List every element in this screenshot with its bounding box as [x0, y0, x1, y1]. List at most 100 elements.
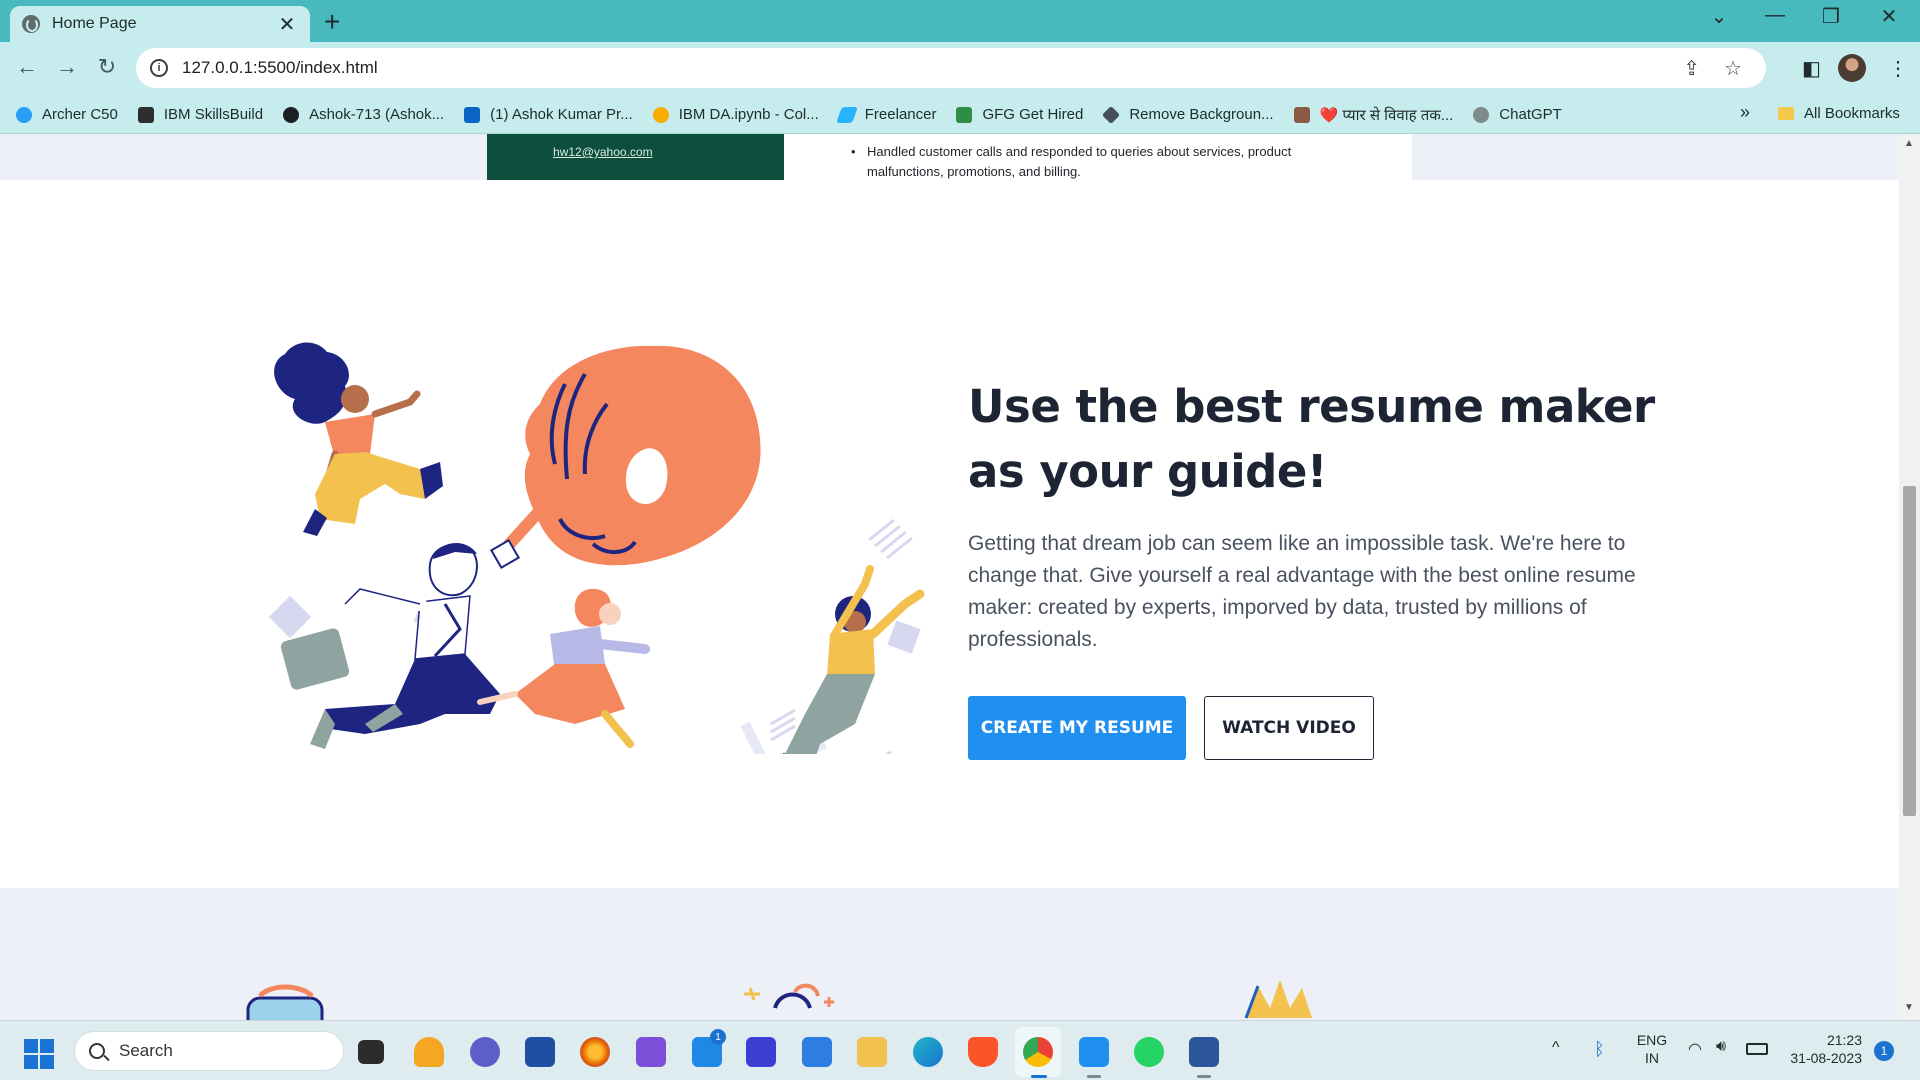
bookmark-chatgpt[interactable]: ChatGPT	[1473, 106, 1562, 123]
hero-description: Getting that dream job can seem like an …	[968, 532, 1636, 651]
deco-square	[268, 595, 312, 639]
resume-sidebar: hw12@yahoo.com	[487, 134, 784, 180]
brave-icon[interactable]	[968, 1037, 998, 1067]
page-scrollbar[interactable]: ▲ ▼	[1899, 134, 1920, 1020]
skillsbuild-icon	[137, 106, 154, 123]
word-icon[interactable]	[1189, 1037, 1219, 1067]
reload-icon[interactable]: ↻	[92, 54, 122, 80]
deco-square	[887, 620, 921, 654]
tab-title: Home Page	[52, 15, 137, 32]
scroll-down-arrow-icon[interactable]: ▼	[1904, 1002, 1914, 1013]
close-tab-icon[interactable]: ✕	[276, 12, 298, 37]
feature-illustration-robot	[246, 984, 324, 1020]
edge-icon[interactable]	[913, 1037, 943, 1067]
browser-tab[interactable]: Home Page ✕	[10, 6, 310, 42]
address-bar[interactable]: i 127.0.0.1:5500/index.html ⇪ ☆	[136, 48, 1766, 88]
windows-taskbar: Search 1 ^ ᛒ ENG IN ◠ 🔊︎ 21:23 31-08-202…	[0, 1020, 1920, 1080]
flying-woman-yellow-top	[782, 565, 925, 754]
hero-title: Use the best resume maker as your guide!	[968, 380, 1655, 498]
bookmarks-overflow-chevron-icon[interactable]: »	[1740, 102, 1750, 123]
forward-arrow-icon[interactable]: →	[52, 54, 82, 80]
scroll-up-arrow-icon[interactable]: ▲	[1904, 138, 1914, 149]
resume-bullet-text: Handled customer calls and responded to …	[851, 142, 1351, 182]
book-icon	[1293, 106, 1310, 123]
profile-avatar[interactable]	[1838, 54, 1866, 82]
freelancer-icon	[835, 106, 858, 123]
language-indicator[interactable]: ENG IN	[1632, 1031, 1672, 1067]
globe-icon	[22, 15, 40, 33]
restore-button[interactable]: ❐	[1808, 4, 1854, 29]
chatgpt-icon	[1473, 106, 1490, 123]
vscode-icon[interactable]	[1079, 1037, 1109, 1067]
folder-icon	[1778, 107, 1794, 120]
feature-illustration-sparkles	[744, 983, 834, 1009]
all-bookmarks-folder[interactable]: All Bookmarks	[1778, 105, 1900, 122]
share-icon[interactable]: ⇪	[1683, 56, 1700, 81]
word-running-indicator	[1197, 1075, 1211, 1078]
create-my-resume-button[interactable]: CREATE MY RESUME	[968, 696, 1186, 760]
watch-video-button[interactable]: WATCH VIDEO	[1204, 696, 1374, 760]
menu-kebab-icon[interactable]: ⋮	[1888, 56, 1908, 81]
search-icon	[89, 1043, 105, 1059]
chrome-icon[interactable]	[1023, 1037, 1053, 1067]
tray-overflow-chevron-icon[interactable]: ^	[1552, 1039, 1560, 1057]
vscode-running-indicator	[1087, 1075, 1101, 1078]
router-icon	[16, 106, 32, 123]
whatsapp-icon[interactable]	[1134, 1037, 1164, 1067]
site-info-icon[interactable]: i	[150, 59, 168, 77]
wifi-icon[interactable]: ◠	[1688, 1039, 1702, 1059]
bookmark-freelancer[interactable]: Freelancer	[835, 106, 936, 123]
bookmark-linkedin[interactable]: (1) Ashok Kumar Pr...	[464, 106, 633, 123]
bookmark-gfg[interactable]: GFG Get Hired	[956, 106, 1083, 123]
search-placeholder: Search	[119, 1041, 173, 1060]
minimize-button[interactable]: —	[1752, 4, 1798, 27]
teams-chat-icon[interactable]	[470, 1037, 500, 1067]
windows-start-icon[interactable]	[24, 1039, 54, 1069]
file-explorer-icon[interactable]	[857, 1037, 887, 1067]
web-page: hw12@yahoo.com Handled customer calls an…	[0, 134, 1899, 1020]
bookmark-colab[interactable]: IBM DA.ipynb - Col...	[652, 106, 819, 123]
bluetooth-icon[interactable]: ᛒ	[1594, 1039, 1605, 1060]
scrollbar-thumb[interactable]	[1903, 486, 1916, 816]
battery-icon[interactable]	[1746, 1043, 1768, 1055]
chrome-running-indicator	[1031, 1075, 1047, 1078]
features-section	[0, 888, 1899, 1020]
task-view-icon[interactable]	[358, 1040, 384, 1064]
bookmarks-bar: Archer C50 IBM SkillsBuild Ashok-713 (As…	[0, 96, 1920, 134]
clipchamp-icon[interactable]	[636, 1037, 666, 1067]
canva-icon[interactable]	[746, 1037, 776, 1067]
curly-hair-woman	[274, 342, 443, 536]
mail-badge: 1	[710, 1029, 726, 1045]
clock[interactable]: 21:23 31-08-2023	[1782, 1031, 1862, 1067]
browser-title-bar: Home Page ✕ + ⌄ — ❐ ✕	[0, 0, 1920, 42]
browser-toolbar: ← → ↻ i 127.0.0.1:5500/index.html ⇪ ☆ ◧ …	[0, 42, 1920, 96]
firefox-icon[interactable]	[580, 1037, 610, 1067]
close-window-button[interactable]: ✕	[1866, 4, 1912, 29]
feature-illustration-burst	[1244, 980, 1312, 1019]
bookmark-hindi-book[interactable]: ❤️ प्यार से विवाह तक...	[1293, 105, 1453, 125]
new-tab-button[interactable]: +	[324, 6, 340, 38]
canva-alt-icon[interactable]	[802, 1037, 832, 1067]
url-text[interactable]: 127.0.0.1:5500/index.html	[182, 58, 1683, 78]
notification-badge[interactable]: 1	[1874, 1041, 1894, 1061]
colab-icon	[652, 106, 669, 123]
resume-templates-section: hw12@yahoo.com Handled customer calls an…	[0, 134, 1899, 180]
bookmark-star-icon[interactable]: ☆	[1724, 56, 1742, 81]
tab-search-chevron-icon[interactable]: ⌄	[1696, 4, 1742, 29]
side-panel-icon[interactable]: ◧	[1802, 56, 1821, 81]
resume-email-link: hw12@yahoo.com	[553, 145, 653, 159]
bookmark-archer[interactable]: Archer C50	[16, 106, 118, 123]
resume-preview-card[interactable]: hw12@yahoo.com Handled customer calls an…	[487, 134, 1412, 180]
taskbar-search[interactable]: Search	[74, 1031, 344, 1071]
bookmark-ibm-skillsbuild[interactable]: IBM SkillsBuild	[137, 106, 263, 123]
microsoft-store-icon[interactable]	[525, 1037, 555, 1067]
back-arrow-icon[interactable]: ←	[12, 54, 42, 80]
businessman-with-briefcase	[280, 543, 500, 749]
widgets-icon[interactable]	[414, 1037, 444, 1067]
running-woman-orange-skirt	[477, 588, 650, 748]
hero-illustration	[268, 342, 925, 754]
bookmark-remove-bg[interactable]: Remove Backgroun...	[1102, 105, 1274, 124]
volume-icon[interactable]: 🔊︎	[1716, 1038, 1726, 1056]
bookmark-github[interactable]: Ashok-713 (Ashok...	[283, 106, 444, 123]
gfg-icon	[956, 106, 973, 123]
